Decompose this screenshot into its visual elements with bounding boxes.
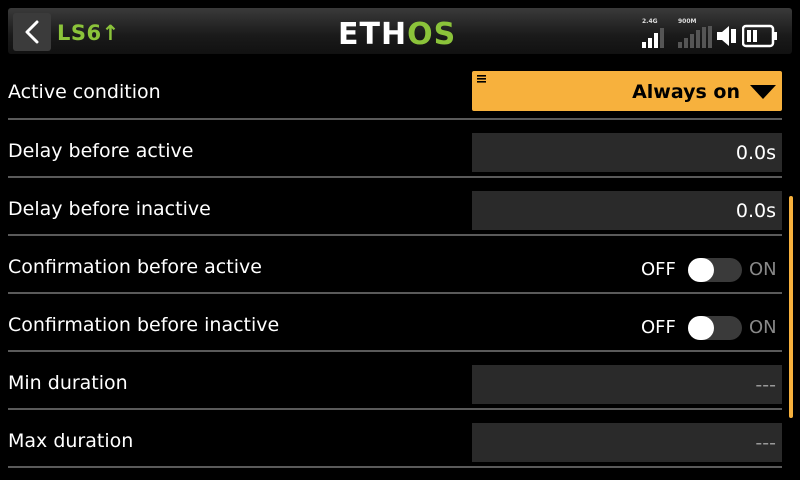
delay-before-active-field[interactable]: 0.0s xyxy=(472,133,782,172)
toggle-on-label: ON xyxy=(749,317,777,338)
row-delay-before-active: Delay before active 0.0s xyxy=(0,120,782,178)
rf-900-label: 900M xyxy=(678,18,697,25)
label-confirmation-before-inactive: Confirmation before inactive xyxy=(8,314,280,336)
dropdown-value: Always on xyxy=(632,81,740,103)
toggle-switch[interactable] xyxy=(688,258,742,282)
label-delay-before-active: Delay before active xyxy=(8,140,194,162)
rf-24-label: 2.4G xyxy=(642,18,658,25)
toggle-off-label: OFF xyxy=(641,317,676,338)
svg-text:ETHOS: ETHOS xyxy=(338,18,456,48)
back-button[interactable] xyxy=(13,13,51,51)
ethos-logo: ETHOS xyxy=(338,18,456,48)
toggle-switch[interactable] xyxy=(688,316,742,340)
active-condition-dropdown[interactable]: Always on xyxy=(472,71,782,111)
chevron-left-icon xyxy=(25,20,39,44)
label-max-duration: Max duration xyxy=(8,430,134,452)
toggle-knob xyxy=(688,316,714,340)
status-area: 2.4G 900M xyxy=(640,14,790,50)
label-active-condition: Active condition xyxy=(8,81,161,103)
confirmation-before-inactive-toggle[interactable]: OFF ON xyxy=(622,307,782,346)
row-confirmation-before-inactive: Confirmation before inactive OFF ON xyxy=(0,294,782,352)
triangle-down-icon xyxy=(750,85,776,99)
min-duration-field[interactable]: --- xyxy=(472,365,782,404)
scrollbar[interactable] xyxy=(789,196,793,418)
toggle-off-label: OFF xyxy=(641,259,676,280)
max-duration-field[interactable]: --- xyxy=(472,423,782,462)
row-divider xyxy=(8,466,782,468)
screen-title: LS6↑ xyxy=(57,21,120,45)
delay-before-inactive-field[interactable]: 0.0s xyxy=(472,191,782,230)
signal-24-icon xyxy=(642,26,672,48)
signal-900-icon xyxy=(678,26,714,48)
confirmation-before-active-toggle[interactable]: OFF ON xyxy=(622,249,782,288)
toggle-on-label: ON xyxy=(749,259,777,280)
header-bar: LS6↑ ETHOS 2.4G 900M xyxy=(0,0,800,60)
row-max-duration: Max duration --- xyxy=(0,410,782,468)
row-confirmation-before-active: Confirmation before active OFF ON xyxy=(0,236,782,294)
label-delay-before-inactive: Delay before inactive xyxy=(8,198,211,220)
row-delay-before-inactive: Delay before inactive 0.0s xyxy=(0,178,782,236)
menu-lines-icon xyxy=(477,75,486,83)
label-confirmation-before-active: Confirmation before active xyxy=(8,256,262,278)
toggle-knob xyxy=(688,258,714,282)
speaker-icon[interactable] xyxy=(716,24,738,48)
battery-icon xyxy=(742,24,777,48)
row-active-condition: Active condition Always on xyxy=(0,62,782,120)
label-min-duration: Min duration xyxy=(8,372,128,394)
row-min-duration: Min duration --- xyxy=(0,352,782,410)
